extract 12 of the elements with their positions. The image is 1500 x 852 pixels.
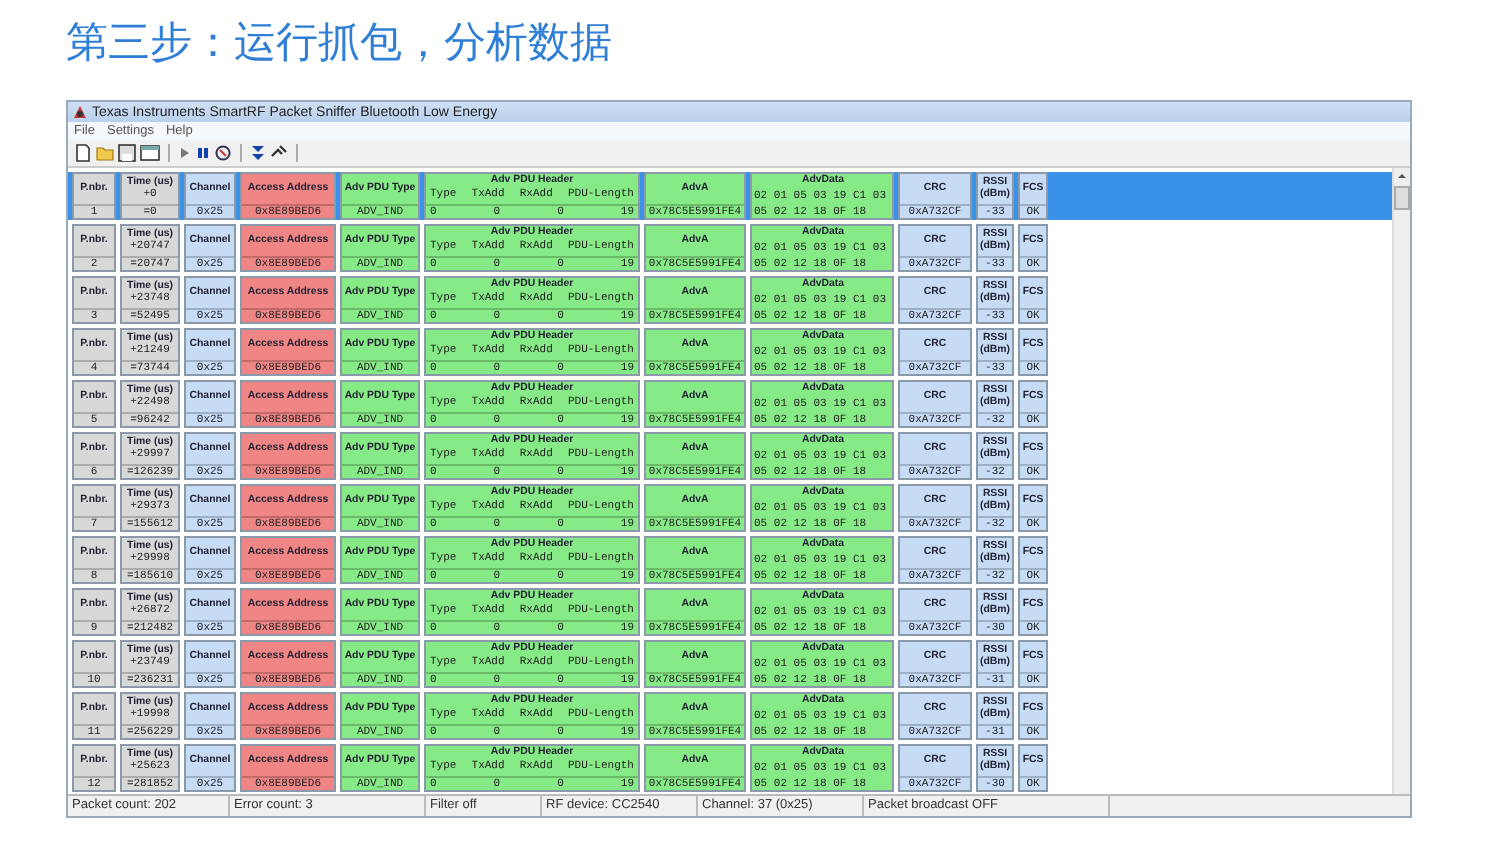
- clear-icon[interactable]: [214, 144, 232, 162]
- play-icon[interactable]: [178, 144, 192, 162]
- packet-row[interactable]: [68, 172, 1392, 220]
- save-icon[interactable]: [118, 144, 136, 162]
- scroll-down-icon[interactable]: [250, 144, 266, 162]
- app-icon: [72, 104, 88, 120]
- new-file-icon[interactable]: [74, 144, 92, 162]
- pause-icon[interactable]: [196, 144, 210, 162]
- scrollbar[interactable]: [1392, 168, 1410, 794]
- page-heading: 第三步：运行抓包，分析数据: [66, 16, 612, 70]
- window-icon[interactable]: [140, 144, 160, 162]
- scroll-thumb[interactable]: [1394, 186, 1410, 210]
